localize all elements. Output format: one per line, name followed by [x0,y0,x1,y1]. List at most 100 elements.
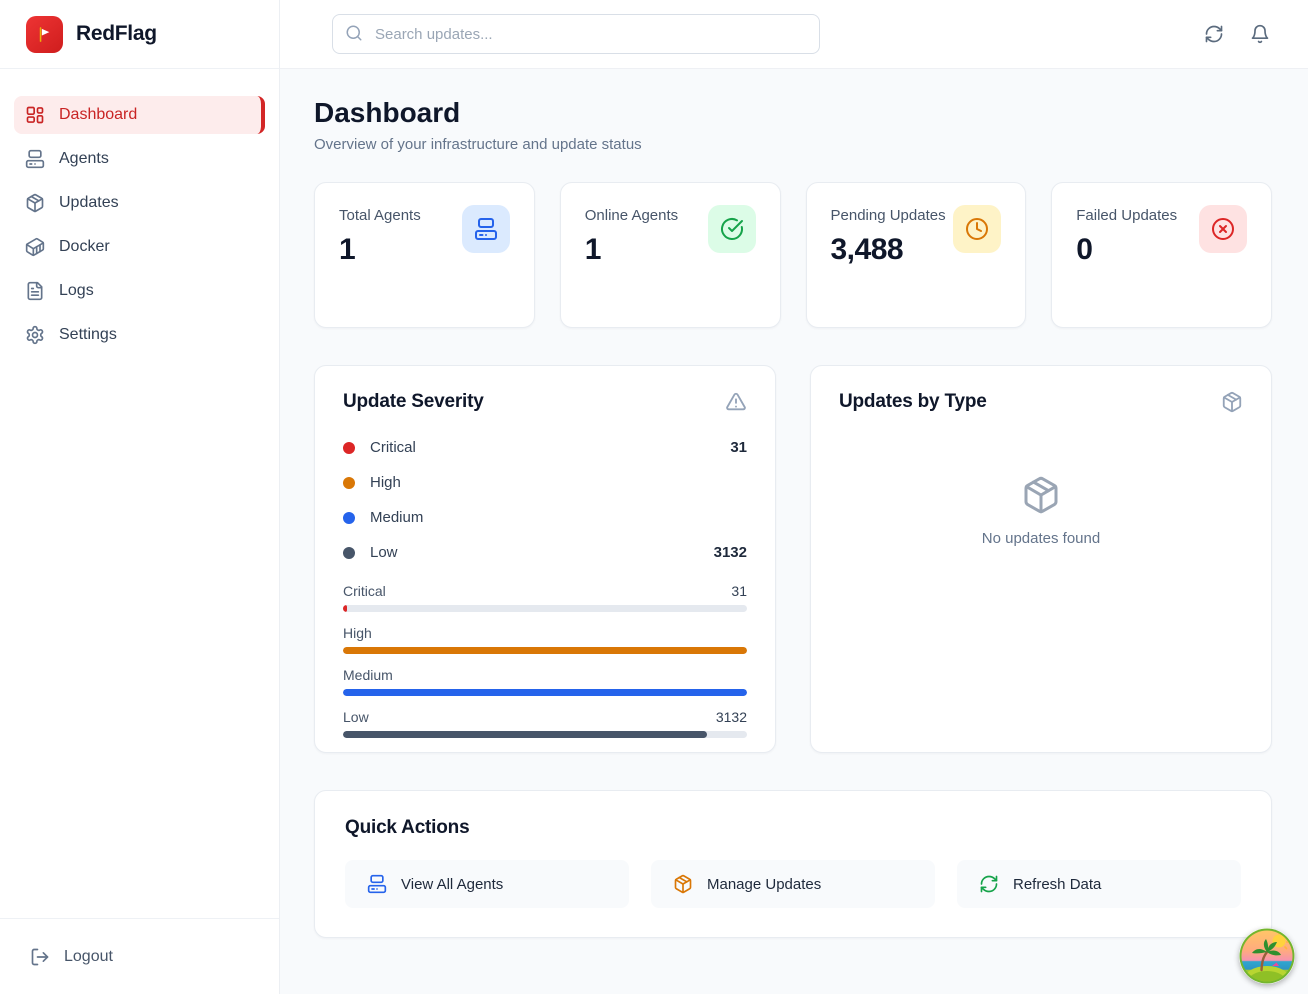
content-area: Dashboard Overview of your infrastructur… [280,69,1308,994]
stat-label: Failed Updates [1076,205,1177,226]
legend-row-medium: Medium [343,500,747,535]
severity-bars: Critical 31 High [343,583,747,738]
panel-title: Updates by Type [839,391,987,413]
search-icon [345,24,363,42]
bar-track [343,605,747,612]
clock-icon [965,217,989,241]
refresh-icon [979,874,999,894]
quick-actions-title: Quick Actions [345,817,1241,839]
manage-updates-button[interactable]: Manage Updates [651,860,935,908]
tropical-island-badge[interactable] [1239,928,1295,984]
stat-card-online-agents: Online Agents 1 [560,182,781,328]
panel-title: Update Severity [343,391,484,413]
sidebar-item-settings[interactable]: Settings [14,316,265,354]
button-label: Refresh Data [1013,876,1101,893]
bar-fill [343,731,707,738]
legend-value: 3132 [714,544,747,561]
bar-value: 3132 [716,709,747,725]
updates-by-type-card: Updates by Type No updates found [810,365,1272,753]
quick-actions-buttons: View All Agents Manage Updates [345,860,1241,908]
redflag-logo [26,16,63,53]
bar-fill [343,647,747,654]
legend-value: 31 [730,439,747,456]
sidebar-item-dashboard[interactable]: Dashboard [14,96,265,134]
low-dot [343,547,355,559]
stat-value: 1 [585,233,678,267]
file-text-icon [25,281,45,301]
logout-label: Logout [64,948,113,966]
stat-card-pending-updates: Pending Updates 3,488 [806,182,1027,328]
bar-low: Low 3132 [343,709,747,738]
computer-icon [25,149,45,169]
empty-text: No updates found [982,530,1100,547]
computer-icon [474,217,498,241]
view-all-agents-button[interactable]: View All Agents [345,860,629,908]
gear-icon [25,325,45,345]
sidebar-item-label: Updates [59,194,119,212]
legend-row-high: High [343,465,747,500]
legend-row-low: Low 3132 [343,535,747,570]
bar-fill [343,605,347,612]
stat-label: Pending Updates [831,205,946,226]
search-input[interactable] [332,14,820,54]
stat-icon-box [462,205,510,253]
check-circle-icon [720,217,744,241]
page-title: Dashboard [314,96,1272,130]
bar-label: Critical [343,583,386,599]
severity-legend: Critical 31 High Medium [343,430,747,570]
legend-label: Medium [370,509,423,526]
bar-medium: Medium [343,667,747,696]
bar-track [343,647,747,654]
stats-row: Total Agents 1 Online Agents 1 [314,182,1272,328]
sidebar: RedFlag Dashboard Agents [0,0,280,994]
logout-icon [30,947,50,967]
package-icon [1221,391,1243,413]
button-label: View All Agents [401,876,503,893]
sidebar-item-updates[interactable]: Updates [14,184,265,222]
topbar-actions [1204,24,1270,44]
sidebar-item-agents[interactable]: Agents [14,140,265,178]
package-icon [1021,475,1061,515]
sidebar-item-label: Dashboard [59,106,137,124]
sidebar-header: RedFlag [0,0,279,69]
stat-icon-box [953,205,1001,253]
bar-fill [343,689,747,696]
bar-label: High [343,625,372,641]
computer-icon [367,874,387,894]
high-dot [343,477,355,489]
charts-row: Update Severity Critical 31 [314,365,1272,753]
stat-icon-box [708,205,756,253]
refresh-icon [1204,24,1224,44]
stat-label: Total Agents [339,205,421,226]
bar-track [343,731,747,738]
bar-high: High [343,625,747,654]
logout-button[interactable]: Logout [0,918,279,994]
stat-label: Online Agents [585,205,678,226]
package-icon [25,193,45,213]
search-box [332,14,820,54]
sidebar-item-label: Agents [59,150,109,168]
sidebar-item-label: Docker [59,238,110,256]
page-subtitle: Overview of your infrastructure and upda… [314,136,1272,153]
refresh-button[interactable] [1204,24,1224,44]
brand-name: RedFlag [76,22,157,46]
sidebar-nav: Dashboard Agents Updates [0,69,279,354]
bar-critical: Critical 31 [343,583,747,612]
sidebar-item-docker[interactable]: Docker [14,228,265,266]
sidebar-item-logs[interactable]: Logs [14,272,265,310]
stat-icon-box [1199,205,1247,253]
topbar [280,0,1308,69]
refresh-data-button[interactable]: Refresh Data [957,860,1241,908]
bar-label: Low [343,709,369,725]
legend-label: Critical [370,439,416,456]
container-icon [25,237,45,257]
medium-dot [343,512,355,524]
notifications-button[interactable] [1250,24,1270,44]
bar-value: 31 [731,583,747,599]
dashboard-grid-icon [25,105,45,125]
stat-value: 3,488 [831,233,946,267]
bar-track [343,689,747,696]
bar-label: Medium [343,667,393,683]
critical-dot [343,442,355,454]
x-circle-icon [1211,217,1235,241]
